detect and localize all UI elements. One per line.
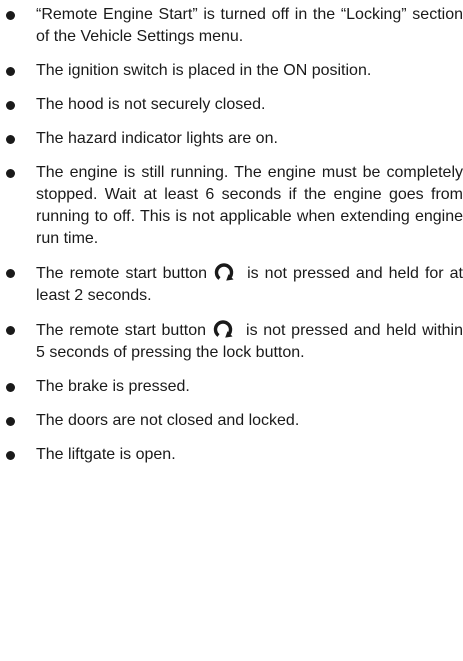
bullet-dot [6,269,15,278]
bullet-dot [6,451,15,460]
remote-start-icon [212,319,234,339]
item-text: The liftgate is open. [36,446,176,463]
bullet-dot [6,417,15,426]
bullet-dot [6,101,15,110]
bullet-dot [6,11,15,20]
item-text: “Remote Engine Start” is turned off in t… [36,6,463,45]
bullet-dot [6,169,15,178]
list-item: The hazard indicator lights are on. [0,128,463,150]
item-text: The brake is pressed. [36,378,190,395]
list-item: The remote start button is not pressed an… [0,262,463,307]
item-text: The hood is not securely closed. [36,96,266,113]
item-text-before: The remote start button [36,265,208,282]
list-item: The liftgate is open. [0,444,463,466]
list-item: “Remote Engine Start” is turned off in t… [0,4,463,48]
item-text: The doors are not closed and locked. [36,412,300,429]
bullet-dot [6,326,15,335]
bullet-dot [6,135,15,144]
item-text-before: The remote start button [36,322,207,339]
condition-list: “Remote Engine Start” is turned off in t… [0,4,463,478]
item-text: The hazard indicator lights are on. [36,130,278,147]
item-text: The engine is still running. The engine … [36,164,463,247]
list-item: The brake is pressed. [0,376,463,398]
list-item: The doors are not closed and locked. [0,410,463,432]
bullet-dot [6,383,15,392]
list-item: The hood is not securely closed. [0,94,463,116]
item-text: The ignition switch is placed in the ON … [36,62,372,79]
remote-start-icon [213,262,235,282]
list-item: The ignition switch is placed in the ON … [0,60,463,82]
list-item: The remote start button is not pressed an… [0,319,463,364]
list-item: The engine is still running. The engine … [0,162,463,250]
bullet-dot [6,67,15,76]
